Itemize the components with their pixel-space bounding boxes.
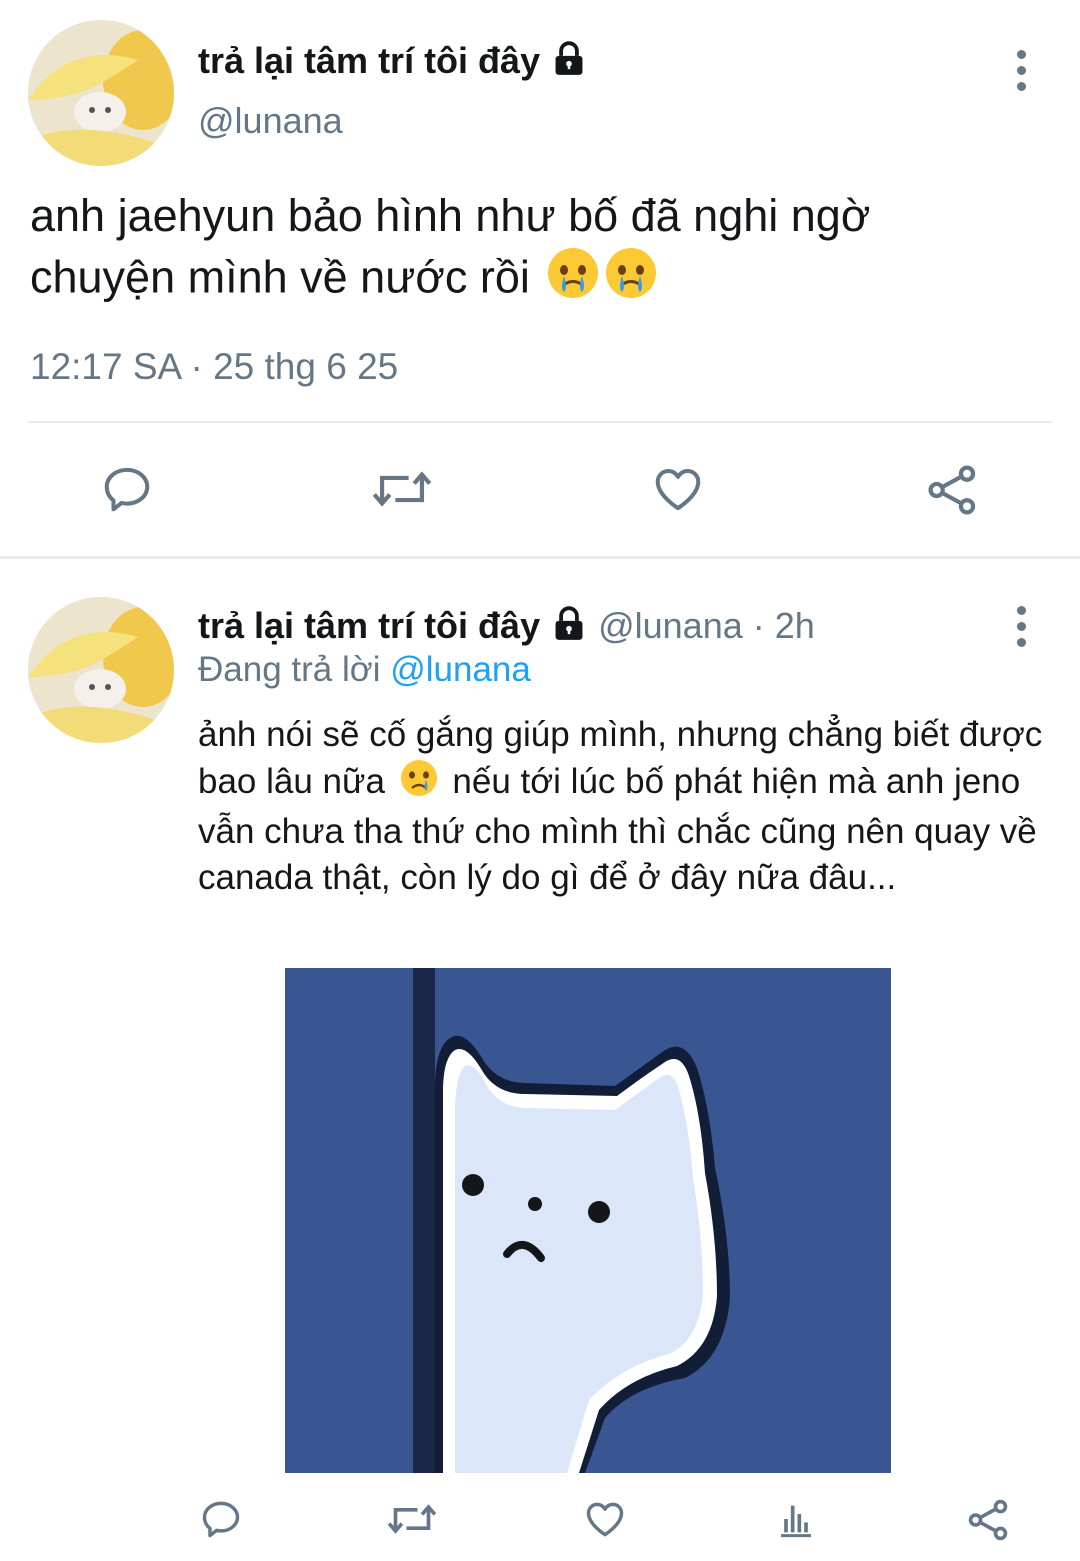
like-icon[interactable] [650,462,706,521]
avatar[interactable] [28,20,174,166]
reply-display-name[interactable]: trả lại tâm trí tôi đây [198,605,540,647]
face-holding-back-tears-icon [604,246,658,315]
dot-separator: · [742,605,775,646]
more-options-icon[interactable] [1011,606,1031,654]
reply-author-row: trả lại tâm trí tôi đây @lunana · 2h [198,602,815,650]
share-icon[interactable] [966,1497,1012,1548]
lock-icon [550,40,588,83]
replying-to: Đang trả lời @lunana [198,650,531,690]
reply-icon[interactable] [100,462,154,521]
like-icon[interactable] [582,1497,628,1546]
timestamp[interactable]: 12:17 SA · 25 thg 6 25 [30,346,398,388]
section-separator [0,556,1080,559]
tweet-text: anh jaehyun bảo hình như bố đã nghi ngờ … [30,186,1050,315]
reply-text: ảnh nói sẽ cố gắng giúp mình, nhưng chẳn… [198,712,1058,900]
analytics-icon[interactable] [776,1499,816,1544]
sad-white-cat-image[interactable] [285,968,891,1473]
retweet-icon[interactable] [386,1497,438,1546]
sad-crying-face-icon [399,758,439,810]
reply-handle[interactable]: @lunana [598,605,743,647]
tweet-text-line2: chuyện mình về nước rồi [30,251,530,303]
display-name[interactable]: trả lại tâm trí tôi đây [198,40,540,82]
author-row: trả lại tâm trí tôi đây [198,36,588,86]
more-options-icon[interactable] [1011,50,1031,98]
divider [28,421,1052,423]
lock-icon [550,605,588,648]
share-icon[interactable] [925,462,981,523]
reply-icon[interactable] [199,1497,243,1546]
reply-time[interactable]: 2h [775,605,815,647]
replying-to-label: Đang trả lời [198,650,381,689]
tweet-text-line1: anh jaehyun bảo hình như bố đã nghi ngờ [30,190,871,241]
retweet-icon[interactable] [371,462,433,521]
replying-to-mention[interactable]: @lunana [390,650,531,689]
reply-avatar[interactable] [28,597,174,743]
face-holding-back-tears-icon [546,246,600,315]
handle[interactable]: @lunana [198,100,343,142]
